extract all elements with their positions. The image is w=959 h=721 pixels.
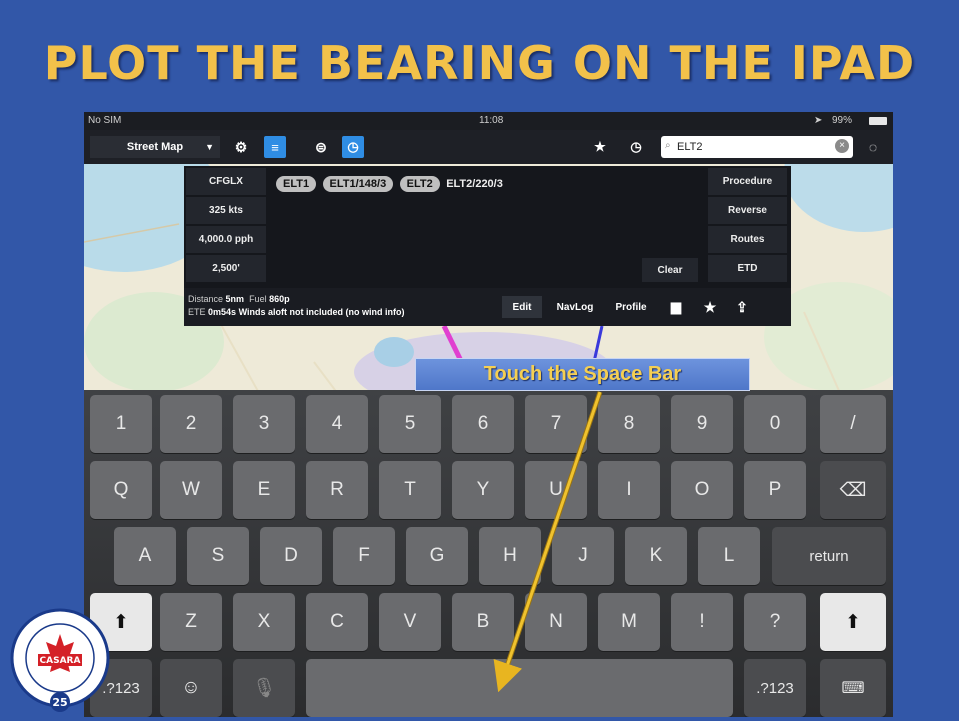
callout-label: Touch the Space Bar [415, 358, 750, 391]
svg-text:25: 25 [52, 696, 67, 709]
casara-logo: CASARA 25 [10, 608, 110, 712]
svg-text:CASARA: CASARA [40, 656, 81, 666]
